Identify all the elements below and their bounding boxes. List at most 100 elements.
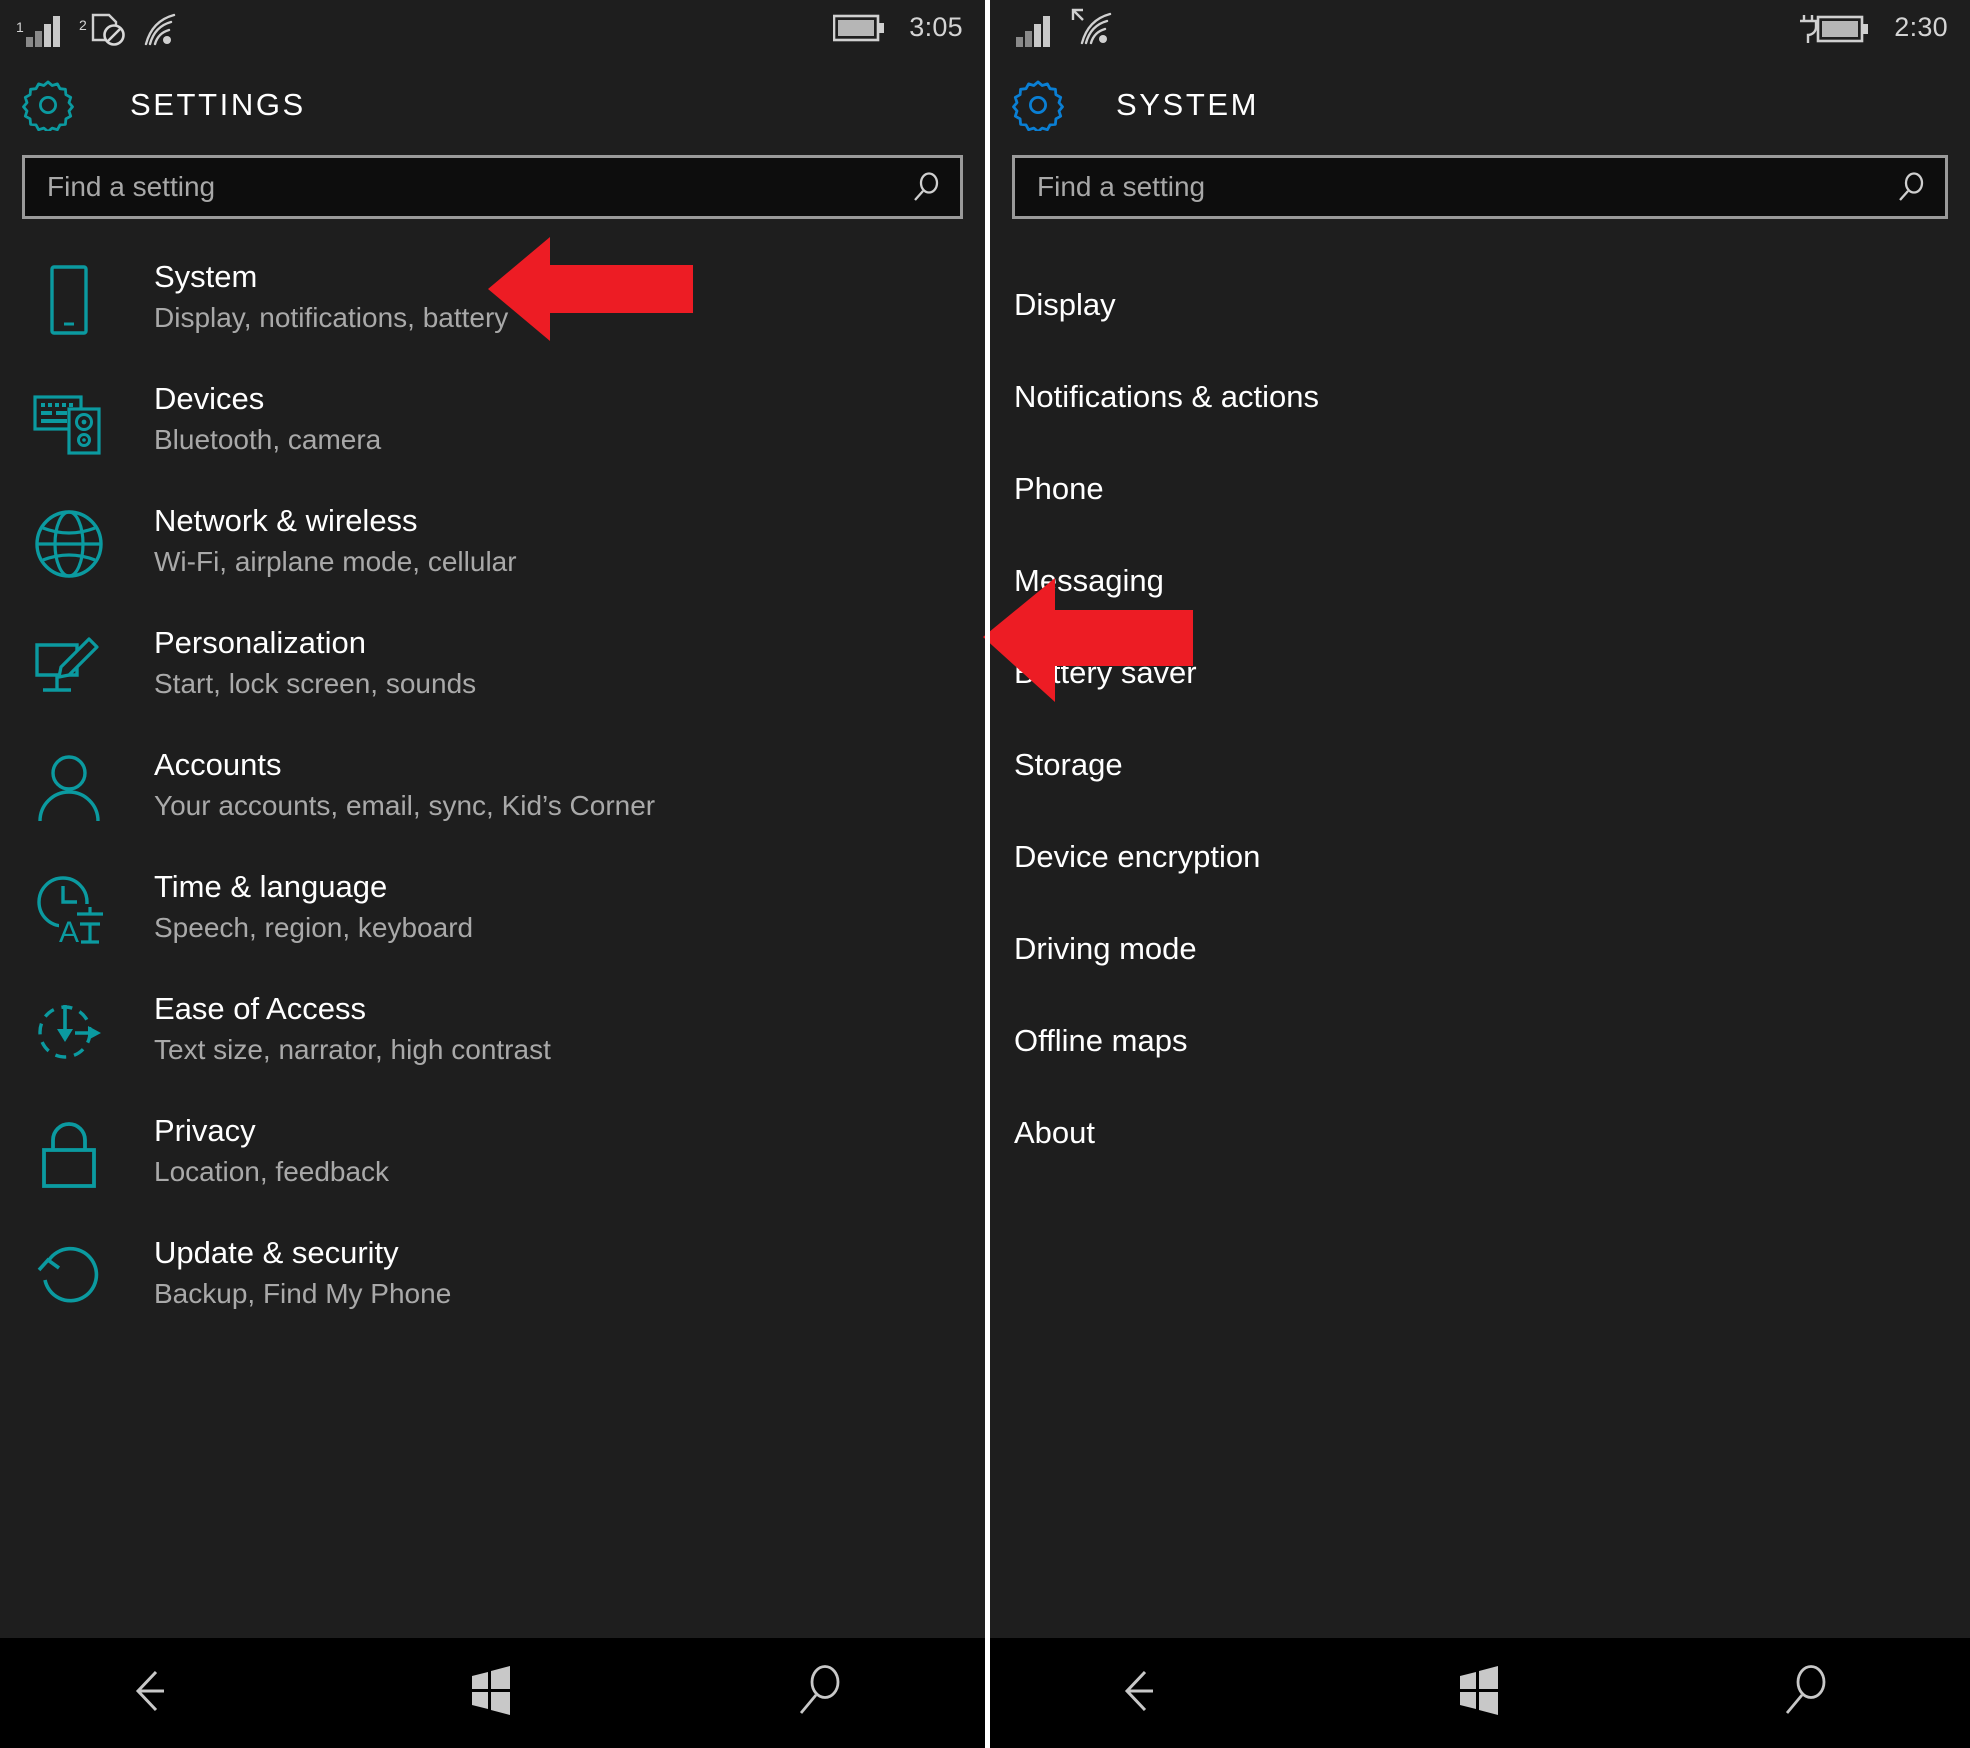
settings-item-subtitle: Backup, Find My Phone bbox=[154, 1278, 452, 1309]
battery-charging-icon bbox=[1798, 12, 1872, 44]
settings-item-title: Network & wireless bbox=[154, 503, 418, 538]
windows-logo-icon bbox=[466, 1665, 518, 1721]
system-item-label: Storage bbox=[1014, 747, 1123, 782]
status-bar-left-icons: 1 2 bbox=[0, 0, 181, 55]
back-arrow-icon bbox=[134, 1666, 194, 1721]
settings-item-privacy[interactable]: Privacy Location, feedback bbox=[0, 1109, 985, 1231]
back-button[interactable] bbox=[104, 1653, 224, 1733]
search-icon[interactable] bbox=[1897, 172, 1927, 202]
settings-item-title: Time & language bbox=[154, 869, 388, 904]
system-item-notifications[interactable]: Notifications & actions bbox=[990, 351, 1970, 443]
system-app-header: SYSTEM bbox=[990, 55, 1970, 155]
settings-item-network-wireless[interactable]: Network & wireless Wi-Fi, airplane mode,… bbox=[0, 499, 985, 621]
system-item-label: Device encryption bbox=[1014, 839, 1261, 874]
navigation-bar-right bbox=[990, 1638, 1970, 1748]
clock-left: 3:05 bbox=[909, 12, 963, 42]
system-item-phone[interactable]: Phone bbox=[990, 443, 1970, 535]
status-bar-right: 2:30 bbox=[990, 0, 1970, 55]
battery-icon bbox=[833, 13, 887, 43]
navigation-bar-left bbox=[0, 1638, 985, 1748]
system-item-about[interactable]: About bbox=[990, 1087, 1970, 1179]
settings-app-header: SETTINGS bbox=[0, 55, 985, 155]
system-item-offline-maps[interactable]: Offline maps bbox=[990, 995, 1970, 1087]
pen-tablet-icon bbox=[30, 627, 108, 705]
sim-card-disabled-icon: 2 bbox=[79, 11, 127, 47]
settings-item-subtitle: Display, notifications, battery bbox=[154, 302, 509, 333]
ease-of-access-icon bbox=[30, 993, 108, 1071]
system-item-display[interactable]: Display bbox=[990, 259, 1970, 351]
system-list: Display Notifications & actions Phone Me… bbox=[990, 259, 1970, 1179]
wifi-icon bbox=[141, 13, 181, 47]
wifi-icon bbox=[1069, 7, 1117, 47]
page-title: SYSTEM bbox=[1116, 87, 1260, 122]
person-icon bbox=[30, 749, 108, 827]
globe-icon bbox=[30, 505, 108, 583]
clock-right: 2:30 bbox=[1894, 12, 1948, 42]
search-placeholder: Find a setting bbox=[1037, 171, 1206, 202]
settings-item-ease-of-access[interactable]: Ease of Access Text size, narrator, high… bbox=[0, 987, 985, 1109]
settings-item-subtitle: Bluetooth, camera bbox=[154, 424, 382, 455]
start-button[interactable] bbox=[1420, 1653, 1540, 1733]
system-item-label: Phone bbox=[1014, 471, 1104, 506]
phone-icon bbox=[30, 261, 108, 339]
page-title: SETTINGS bbox=[130, 87, 306, 122]
system-item-label: Offline maps bbox=[1014, 1023, 1188, 1058]
gear-icon bbox=[22, 79, 74, 133]
settings-item-devices[interactable]: Devices Bluetooth, camera bbox=[0, 377, 985, 499]
search-icon bbox=[1782, 1664, 1832, 1722]
screenshot-root: 1 2 3:05 SETTINGS Find a setting System … bbox=[0, 0, 1970, 1748]
system-item-label: About bbox=[1014, 1115, 1096, 1150]
status-bar-right-icons: 2:30 bbox=[1798, 12, 1970, 44]
lock-icon bbox=[30, 1115, 108, 1193]
settings-item-time-language[interactable]: A Time & language Speech, region, keyboa… bbox=[0, 865, 985, 987]
search-button[interactable] bbox=[1747, 1653, 1867, 1733]
windows-logo-icon bbox=[1454, 1665, 1506, 1721]
settings-item-title: Ease of Access bbox=[154, 991, 366, 1026]
settings-list: System Display, notifications, battery D… bbox=[0, 255, 985, 1353]
system-item-battery-saver[interactable]: Battery saver bbox=[990, 627, 1970, 719]
search-placeholder: Find a setting bbox=[47, 171, 216, 202]
search-button[interactable] bbox=[761, 1653, 881, 1733]
settings-item-title: Devices bbox=[154, 381, 265, 416]
system-item-label: Notifications & actions bbox=[1014, 379, 1319, 414]
start-button[interactable] bbox=[432, 1653, 552, 1733]
settings-item-subtitle: Text size, narrator, high contrast bbox=[154, 1034, 551, 1065]
settings-item-title: System bbox=[154, 259, 258, 294]
settings-item-subtitle: Start, lock screen, sounds bbox=[154, 668, 477, 699]
refresh-icon bbox=[30, 1237, 108, 1315]
system-item-driving-mode[interactable]: Driving mode bbox=[990, 903, 1970, 995]
search-icon bbox=[796, 1664, 846, 1722]
system-item-label: Driving mode bbox=[1014, 931, 1197, 966]
system-screen: 2:30 SYSTEM Find a setting Display Notif… bbox=[990, 0, 1970, 1748]
settings-item-title: Personalization bbox=[154, 625, 366, 660]
settings-item-subtitle: Wi-Fi, airplane mode, cellular bbox=[154, 546, 517, 577]
system-item-device-encryption[interactable]: Device encryption bbox=[990, 811, 1970, 903]
signal-bars-icon bbox=[1006, 13, 1055, 47]
settings-item-subtitle: Your accounts, email, sync, Kid’s Corner bbox=[154, 790, 656, 821]
search-input[interactable]: Find a setting bbox=[22, 155, 963, 219]
panel-divider bbox=[985, 0, 990, 1748]
system-item-label: Display bbox=[1014, 287, 1116, 322]
settings-screen: 1 2 3:05 SETTINGS Find a setting System … bbox=[0, 0, 985, 1748]
sim2-label: 2 bbox=[79, 17, 87, 33]
system-item-storage[interactable]: Storage bbox=[990, 719, 1970, 811]
system-item-messaging[interactable]: Messaging bbox=[990, 535, 1970, 627]
settings-item-title: Update & security bbox=[154, 1235, 399, 1270]
keyboard-mouse-icon bbox=[30, 383, 108, 461]
signal-bars-icon: 1 bbox=[16, 13, 65, 47]
search-icon[interactable] bbox=[912, 172, 942, 202]
settings-item-subtitle: Location, feedback bbox=[154, 1156, 390, 1187]
settings-item-title: Privacy bbox=[154, 1113, 256, 1148]
back-arrow-icon bbox=[1123, 1666, 1183, 1721]
status-bar-right-icons: 3:05 bbox=[833, 12, 985, 43]
back-button[interactable] bbox=[1093, 1653, 1213, 1733]
settings-item-system[interactable]: System Display, notifications, battery bbox=[0, 255, 985, 377]
clock-language-icon: A bbox=[30, 871, 108, 949]
settings-item-personalization[interactable]: Personalization Start, lock screen, soun… bbox=[0, 621, 985, 743]
settings-item-accounts[interactable]: Accounts Your accounts, email, sync, Kid… bbox=[0, 743, 985, 865]
search-input[interactable]: Find a setting bbox=[1012, 155, 1948, 219]
settings-item-update-security[interactable]: Update & security Backup, Find My Phone bbox=[0, 1231, 985, 1353]
system-item-label: Battery saver bbox=[1014, 655, 1197, 690]
sim1-label: 1 bbox=[16, 19, 24, 35]
status-bar-left-icons bbox=[990, 0, 1117, 55]
